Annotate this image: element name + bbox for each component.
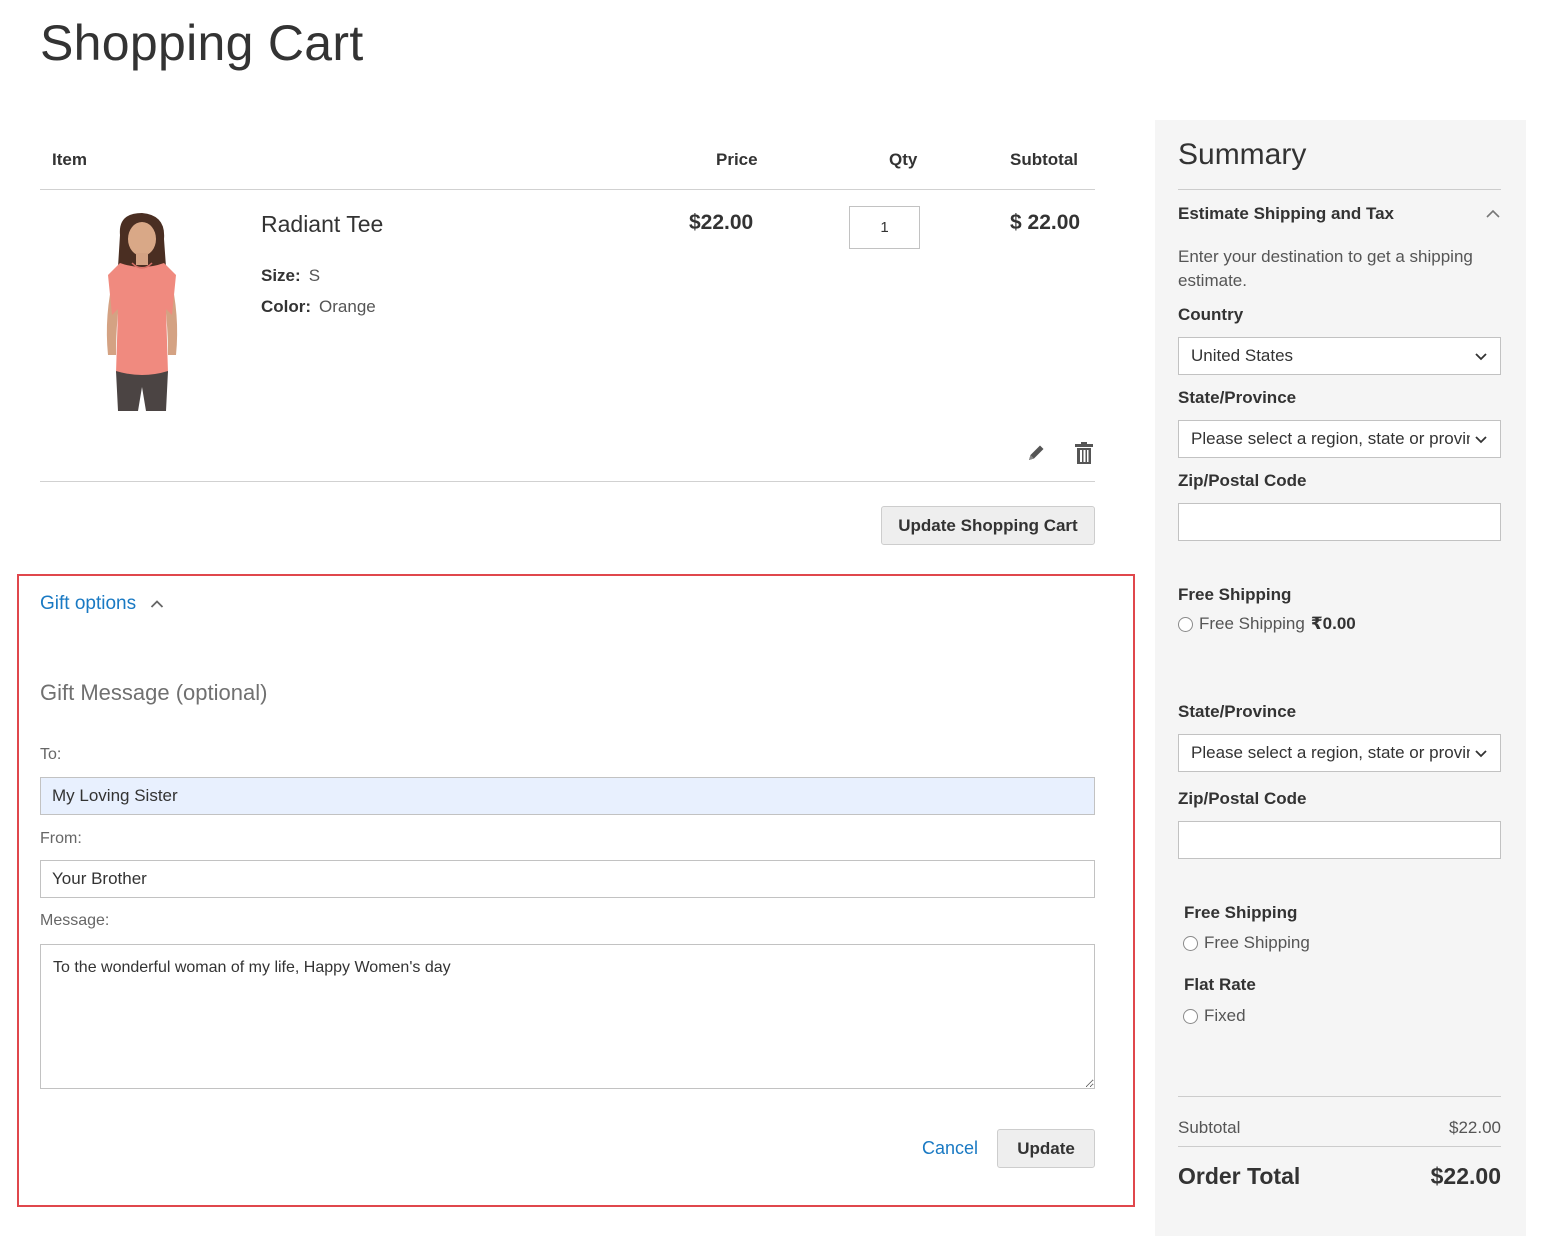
trash-icon xyxy=(1075,442,1093,464)
country-selected-value: United States xyxy=(1191,346,1294,365)
pencil-icon xyxy=(1029,445,1044,460)
state-select-2[interactable]: Please select a region, state or provinc… xyxy=(1178,734,1501,772)
item-subtotal: $ 22.00 xyxy=(1010,211,1081,234)
page-title: Shopping Cart xyxy=(40,15,364,71)
shipping-method-title: Free Shipping xyxy=(1178,585,1292,604)
subtotal-label: Subtotal xyxy=(1178,1118,1241,1137)
shipping-option-label-2: Free Shipping xyxy=(1204,933,1310,952)
state-label: State/Province xyxy=(1178,388,1297,407)
zip-input-2[interactable] xyxy=(1178,821,1501,859)
column-header-item: Item xyxy=(52,150,87,169)
chevron-down-icon xyxy=(1475,436,1487,444)
size-label: Size: xyxy=(261,266,301,285)
shipping-option-free-2[interactable]: Free Shipping xyxy=(1183,933,1310,953)
product-name[interactable]: Radiant Tee xyxy=(261,211,383,238)
product-option-color: Color: Orange xyxy=(261,297,376,317)
zip-label-2: Zip/Postal Code xyxy=(1178,789,1307,808)
order-total-label: Order Total xyxy=(1178,1163,1301,1189)
estimate-hint: Enter your destination to get a shipping… xyxy=(1178,247,1473,290)
country-select[interactable]: United States xyxy=(1178,337,1501,375)
product-option-size: Size: S xyxy=(261,266,320,286)
chevron-down-icon xyxy=(1475,750,1487,758)
shipping-option-label-3: Fixed xyxy=(1204,1006,1246,1025)
order-total-row: Order Total $22.00 xyxy=(1178,1163,1501,1190)
update-shopping-cart-button[interactable]: Update Shopping Cart xyxy=(881,506,1095,545)
shipping-method-title-2: Free Shipping xyxy=(1184,903,1298,922)
gift-from-input[interactable] xyxy=(40,860,1095,898)
totals-divider xyxy=(1178,1146,1501,1147)
chevron-up-icon xyxy=(1486,209,1500,218)
gift-to-label: To: xyxy=(40,746,62,763)
gift-message-title: Gift Message (optional) xyxy=(40,680,268,705)
radio-button[interactable] xyxy=(1178,616,1193,632)
table-header-divider xyxy=(40,189,1095,190)
subtotal-value: $22.00 xyxy=(1449,1118,1501,1137)
order-total-value: $22.00 xyxy=(1430,1163,1501,1189)
radio-button[interactable] xyxy=(1183,1008,1198,1024)
country-label: Country xyxy=(1178,305,1244,324)
totals-divider-top xyxy=(1178,1096,1501,1097)
gift-message-label: Message: xyxy=(40,912,110,929)
estimate-shipping-toggle[interactable]: Estimate Shipping and Tax xyxy=(1178,204,1501,224)
column-header-subtotal: Subtotal xyxy=(1010,150,1078,169)
estimate-shipping-title: Estimate Shipping and Tax xyxy=(1178,204,1394,223)
radio-button[interactable] xyxy=(1183,935,1198,951)
item-row-divider xyxy=(40,481,1095,482)
chevron-down-icon xyxy=(1475,353,1487,361)
state-select[interactable]: Please select a region, state or provinc… xyxy=(1178,420,1501,458)
zip-input[interactable] xyxy=(1178,503,1501,541)
shipping-method-title-3: Flat Rate xyxy=(1184,975,1256,994)
shipping-option-price: ₹0.00 xyxy=(1310,614,1356,633)
gift-options-label: Gift options xyxy=(40,593,137,614)
gift-options-toggle[interactable]: Gift options xyxy=(40,593,164,615)
edit-item-button[interactable] xyxy=(1022,438,1050,468)
zip-label: Zip/Postal Code xyxy=(1178,471,1307,490)
gift-from-label: From: xyxy=(40,830,82,847)
shipping-option-free[interactable]: Free Shipping ₹0.00 xyxy=(1178,614,1356,634)
column-header-qty: Qty xyxy=(889,150,918,169)
state-placeholder: Please select a region, state or provinc… xyxy=(1191,429,1470,448)
subtotal-row: Subtotal $22.00 xyxy=(1178,1118,1501,1138)
gift-to-input[interactable] xyxy=(40,777,1095,815)
qty-input[interactable] xyxy=(849,206,920,249)
gift-message-textarea[interactable]: To the wonderful woman of my life, Happy… xyxy=(40,944,1095,1089)
product-image[interactable] xyxy=(58,205,218,415)
state-label-2: State/Province xyxy=(1178,702,1297,721)
chevron-up-icon xyxy=(150,600,164,608)
size-value: S xyxy=(308,266,321,285)
column-header-price: Price xyxy=(716,150,758,169)
delete-item-button[interactable] xyxy=(1070,438,1098,468)
shipping-option-fixed[interactable]: Fixed xyxy=(1183,1006,1246,1026)
item-price: $22.00 xyxy=(689,211,754,234)
gift-cancel-link[interactable]: Cancel xyxy=(922,1138,978,1159)
summary-title: Summary xyxy=(1178,138,1307,171)
shipping-option-label: Free Shipping xyxy=(1199,614,1305,633)
color-label: Color: xyxy=(261,297,312,316)
gift-update-button[interactable]: Update xyxy=(997,1129,1095,1168)
color-value: Orange xyxy=(319,297,376,316)
summary-divider xyxy=(1178,189,1501,190)
state-placeholder-2: Please select a region, state or provinc… xyxy=(1191,743,1470,762)
